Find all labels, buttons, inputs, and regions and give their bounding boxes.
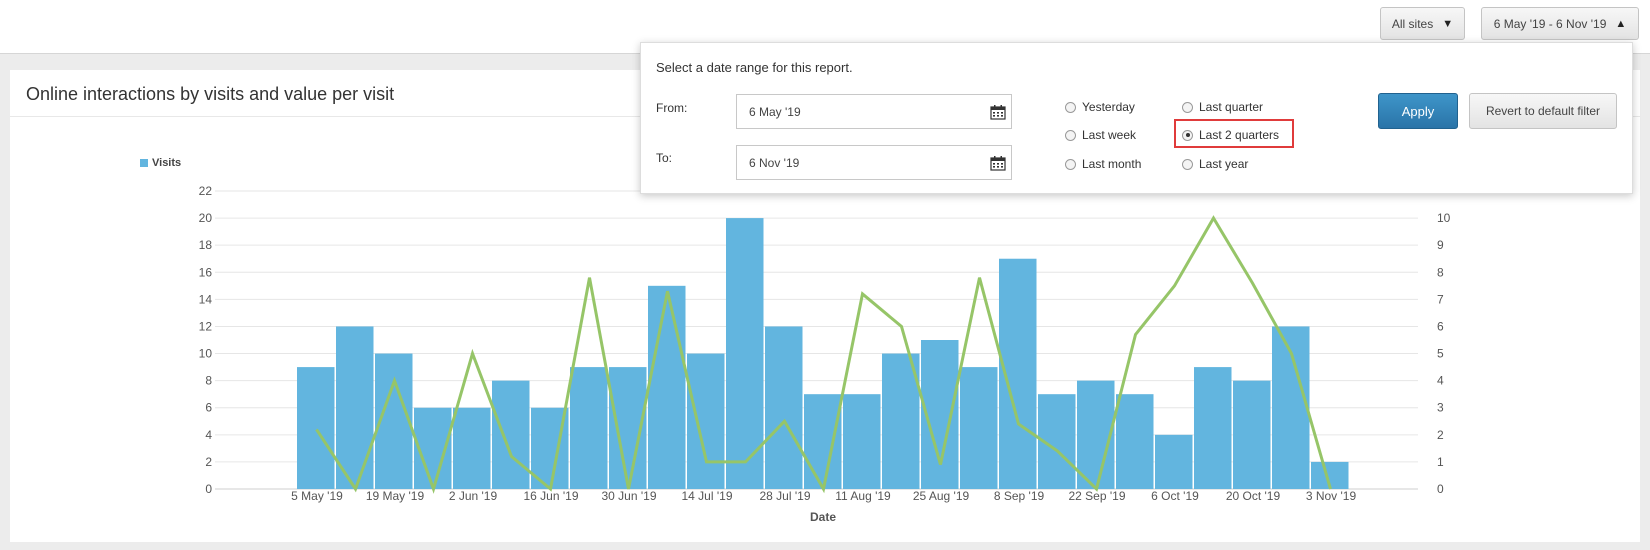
x-tick-label: 14 Jul '19 (682, 489, 733, 503)
x-tick-label: 11 Aug '19 (835, 489, 891, 503)
bar-visits (297, 367, 335, 489)
y-right-tick-label: 10 (1437, 211, 1451, 225)
bar-visits (1155, 434, 1193, 489)
bar-visits (570, 367, 608, 489)
y-right-tick-label: 2 (1437, 428, 1444, 442)
y-right-tick-label: 8 (1437, 265, 1444, 279)
revert-default-button[interactable]: Revert to default filter (1469, 93, 1617, 129)
option-last-week[interactable]: Last week (1065, 128, 1136, 142)
y-left-tick-label: 18 (199, 238, 213, 252)
y-left-tick-label: 20 (199, 211, 213, 225)
radio-circle[interactable] (1065, 101, 1076, 113)
y-right-tick-label: 0 (1437, 482, 1444, 496)
to-date-input[interactable]: 6 Nov '19 (736, 145, 1012, 180)
popup-prompt: Select a date range for this report. (656, 60, 853, 75)
bar-visits (765, 326, 803, 489)
x-tick-label: 6 Oct '19 (1151, 489, 1199, 503)
x-tick-label: 8 Sep '19 (994, 489, 1045, 503)
option-label: Yesterday (1082, 100, 1135, 114)
y-left-tick-label: 2 (205, 455, 212, 469)
x-tick-label: 20 Oct '19 (1226, 489, 1281, 503)
y-left-tick-label: 4 (205, 428, 212, 442)
bar-visits (453, 407, 491, 489)
calendar-icon[interactable] (990, 155, 1006, 171)
y-right-tick-label: 5 (1437, 347, 1444, 361)
x-tick-label: 30 Jun '19 (601, 489, 656, 503)
radio-circle[interactable] (1065, 158, 1076, 170)
option-label: Last week (1082, 128, 1137, 142)
bar-visits (687, 353, 725, 489)
apply-button[interactable]: Apply (1378, 93, 1458, 129)
y-right-tick-label: 7 (1437, 292, 1444, 306)
option-label: Last month (1082, 157, 1142, 171)
from-date-input[interactable]: 6 May '19 (736, 94, 1012, 129)
selection-highlight-box (1174, 119, 1294, 148)
bar-visits (1194, 367, 1232, 489)
to-label: To: (656, 151, 673, 165)
y-left-tick-label: 10 (199, 347, 213, 361)
option-label: Last year (1199, 157, 1249, 171)
option-last-quarter[interactable]: Last quarter (1182, 100, 1263, 114)
option-yesterday[interactable]: Yesterday (1065, 100, 1135, 114)
bar-visits (1116, 394, 1154, 489)
radio-circle[interactable] (1182, 101, 1193, 113)
y-left-tick-label: 8 (205, 374, 212, 388)
x-tick-label: 19 May '19 (366, 489, 425, 503)
y-right-tick-label: 9 (1437, 238, 1444, 252)
radio-circle[interactable] (1065, 129, 1076, 141)
bar-visits (336, 326, 374, 489)
calendar-icon[interactable] (990, 104, 1006, 120)
y-right-tick-label: 6 (1437, 319, 1444, 333)
y-left-tick-label: 14 (199, 292, 213, 306)
option-last-month[interactable]: Last month (1065, 157, 1141, 171)
x-tick-label: 22 Sep '19 (1068, 489, 1125, 503)
x-tick-label: 5 May '19 (291, 489, 343, 503)
y-left-tick-label: 0 (205, 482, 212, 496)
bar-visits (1233, 380, 1271, 489)
bar-visits (843, 394, 881, 489)
from-label: From: (656, 101, 688, 115)
x-tick-label: 28 Jul '19 (760, 489, 811, 503)
x-tick-label: 16 Jun '19 (523, 489, 578, 503)
y-left-tick-label: 6 (205, 401, 212, 415)
bar-visits (960, 367, 998, 489)
x-tick-label: 25 Aug '19 (913, 489, 970, 503)
to-date-value: 6 Nov '19 (749, 155, 800, 170)
y-right-tick-label: 1 (1437, 455, 1444, 469)
radio-circle[interactable] (1182, 158, 1193, 170)
option-last-year[interactable]: Last year (1182, 157, 1248, 171)
x-tick-label: 3 Nov '19 (1306, 489, 1357, 503)
option-label: Last quarter (1199, 100, 1264, 114)
bar-visits (648, 285, 686, 489)
y-left-tick-label: 16 (199, 265, 213, 279)
x-axis-title: Date (810, 510, 836, 524)
y-left-tick-label: 22 (199, 184, 213, 198)
bar-visits (804, 394, 842, 489)
x-tick-label: 2 Jun '19 (449, 489, 498, 503)
y-right-tick-label: 4 (1437, 374, 1444, 388)
y-left-tick-label: 12 (199, 319, 213, 333)
bar-visits (492, 380, 530, 489)
from-date-value: 6 May '19 (749, 104, 801, 119)
y-right-tick-label: 3 (1437, 401, 1444, 415)
